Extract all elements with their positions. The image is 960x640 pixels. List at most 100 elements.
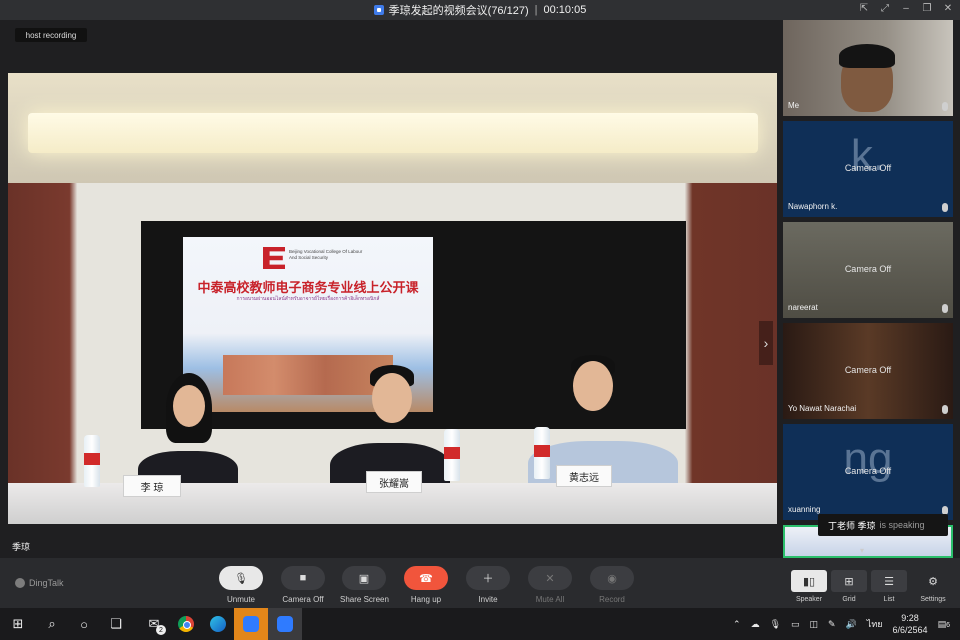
participant-tile[interactable]: k. Camera Off Nawaphorn k.: [783, 121, 953, 217]
speaking-names: 丁老师 季琼: [828, 520, 876, 531]
meeting-taskbar-icon[interactable]: [268, 608, 302, 640]
mute-all-button[interactable]: ✕ Mute All: [526, 566, 574, 604]
list-icon: ☰: [871, 570, 907, 592]
restore-icon[interactable]: ❐: [921, 3, 933, 15]
cortana-icon[interactable]: ○: [68, 608, 100, 640]
water-bottle: [84, 435, 100, 487]
add-user-icon: ＋: [466, 566, 510, 590]
presenter-center-head: [372, 373, 412, 423]
slide-campus-image: [223, 355, 393, 395]
pen-icon[interactable]: ✎: [828, 619, 836, 630]
record-button[interactable]: ◉ Record: [588, 566, 636, 604]
search-icon[interactable]: ⌕: [36, 608, 68, 640]
list-view-label: List: [883, 596, 895, 603]
network-icon[interactable]: ◫: [810, 619, 819, 630]
main-video[interactable]: Beijing Vocational College Of Labour And…: [8, 73, 777, 524]
fullscreen-icon[interactable]: ⤢: [879, 3, 891, 15]
participant-initial: k.: [850, 131, 886, 180]
microphone-icon[interactable]: 🎙: [770, 619, 781, 630]
language-indicator[interactable]: ไทย: [867, 617, 883, 631]
mute-all-icon: ✕: [528, 566, 572, 590]
clock-time: 9:28: [901, 613, 919, 623]
settings-label: Settings: [920, 596, 946, 603]
dingtalk-app-icon: [243, 616, 259, 632]
grid-view-button[interactable]: ⊞ Grid: [831, 570, 867, 603]
hang-up-label: Hang up: [410, 595, 442, 604]
chrome-icon[interactable]: [170, 608, 202, 640]
lock-icon: [373, 5, 384, 15]
participant-tile-me[interactable]: Me: [783, 20, 953, 116]
dingtalk-logo-icon: [15, 578, 25, 588]
mail-icon[interactable]: ✉ 2: [138, 608, 170, 640]
gear-icon: ⚙: [928, 575, 938, 588]
mic-muted-icon: [942, 405, 948, 414]
participant-tile[interactable]: Camera Off nareerat: [783, 222, 953, 318]
share-screen-button[interactable]: ▣ Share Screen: [340, 566, 389, 604]
battery-icon[interactable]: ▭: [791, 619, 800, 630]
participant-name: Me: [788, 101, 800, 110]
notifications-icon[interactable]: ▤6: [938, 619, 950, 630]
clock[interactable]: 9:28 6/6/2564: [893, 612, 928, 636]
list-view-button[interactable]: ☰ List: [871, 570, 907, 603]
college-logo-icon: [263, 247, 285, 269]
main-stage: host recording Beijing Vocational Colleg…: [0, 20, 780, 558]
nameplate: 黄志远: [556, 465, 612, 487]
window-controls: ⇱ ⤢ – ❐ ✕: [858, 3, 954, 15]
title-separator: |: [534, 4, 538, 16]
title-bar: 季琼发起的视频会议(76/127) | 00:10:05 ⇱ ⤢ – ❐ ✕: [0, 0, 960, 20]
mute-all-label: Mute All: [535, 595, 565, 604]
self-video-face: [839, 44, 895, 112]
next-page-chevron-icon[interactable]: ›: [759, 321, 773, 365]
speaker-view-icon: ▮▯: [791, 570, 827, 592]
task-view-icon[interactable]: ❏: [100, 608, 132, 640]
mail-badge: 2: [156, 625, 166, 635]
clock-date: 6/6/2564: [892, 625, 928, 635]
speaking-suffix: is speaking: [879, 520, 925, 530]
edge-icon[interactable]: [202, 608, 234, 640]
camera-off-label: Camera Off: [282, 595, 324, 604]
edge-logo-icon: [210, 616, 226, 632]
invite-button[interactable]: ＋ Invite: [464, 566, 512, 604]
participant-initial: ng: [843, 434, 893, 483]
grid-icon: ⊞: [831, 570, 867, 592]
brand: DingTalk: [15, 578, 64, 588]
speaker-view-button[interactable]: ▮▯ Speaker: [791, 570, 827, 603]
unmute-label: Unmute: [226, 595, 255, 604]
mic-muted-icon: [942, 304, 948, 313]
share-screen-icon: ▣: [342, 566, 386, 590]
presenter-left-head: [173, 385, 205, 427]
windows-start-icon[interactable]: ⊞: [0, 608, 36, 640]
ceiling-light: [28, 113, 758, 153]
minimize-icon[interactable]: –: [900, 3, 912, 15]
os-taskbar: ⊞ ⌕ ○ ❏ ✉ 2 ⌃ ☁ 🎙 ▭ ◫ ✎ 🔊 ไทย 9:28 6/6/25…: [0, 608, 960, 640]
slide-subtitle: การอบรมผ่านออนไลน์สำหรับอาจารย์ไทยเรื่อง…: [236, 296, 380, 302]
settings-button[interactable]: ⚙ Settings: [915, 570, 951, 604]
presenter-right-head: [573, 361, 613, 411]
hang-up-button[interactable]: ☎ Hang up: [402, 566, 450, 604]
close-icon[interactable]: ✕: [942, 3, 954, 15]
participants-panel: Me k. Camera Off Nawaphorn k. Camera Off…: [780, 20, 960, 558]
speaking-indicator: 丁老师 季琼 is speaking: [818, 514, 948, 536]
participant-name: xuanning: [788, 505, 821, 514]
camera-off-label: Camera Off: [844, 466, 892, 476]
camera-off-button[interactable]: ■ Camera Off: [279, 566, 327, 604]
unmute-button[interactable]: 🎙 Unmute: [217, 566, 265, 604]
camera-off-label: Camera Off: [844, 365, 892, 375]
chevron-up-icon[interactable]: ⌃: [733, 619, 741, 630]
participant-tile[interactable]: ng Camera Off xuanning: [783, 424, 953, 520]
share-icon[interactable]: ⇱: [858, 3, 870, 15]
participant-tile[interactable]: Camera Off Yo Nawat Narachai: [783, 323, 953, 419]
system-tray: ⌃ ☁ 🎙 ▭ ◫ ✎ 🔊 ไทย 9:28 6/6/2564 ▤6: [733, 608, 960, 640]
phone-hangup-icon: ☎: [404, 566, 448, 590]
speaker-view-label: Speaker: [795, 596, 823, 603]
cloud-icon[interactable]: ☁: [751, 619, 760, 630]
nameplate: 张耀嵩: [366, 471, 422, 493]
mic-muted-icon: [942, 203, 948, 212]
nameplate: 李 琼: [123, 475, 181, 497]
volume-icon[interactable]: 🔊: [846, 619, 857, 630]
active-speaker-name: 季琼: [12, 542, 31, 552]
dingtalk-taskbar-icon[interactable]: [234, 608, 268, 640]
chevron-down-icon[interactable]: ▾: [860, 546, 864, 555]
camera-off-label: Camera Off: [844, 163, 892, 173]
water-bottle: [534, 427, 550, 479]
